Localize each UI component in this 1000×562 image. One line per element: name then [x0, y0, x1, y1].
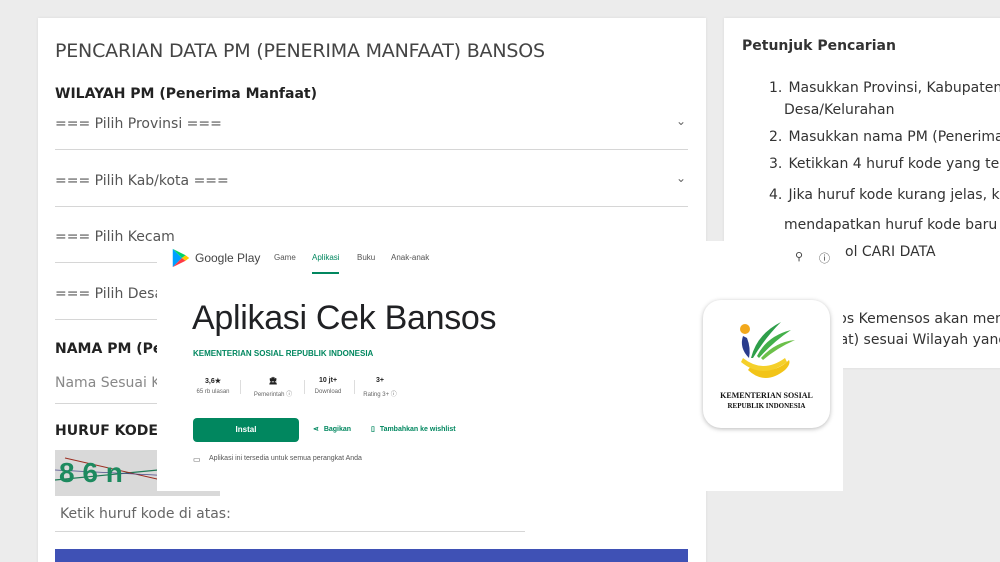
kabkota-select-value: === Pilih Kab/kota ===: [55, 173, 229, 189]
downloads-label: Download: [314, 389, 342, 395]
icon-caption-line-2: REPUBLIK INDONESIA: [727, 402, 806, 410]
huruf-kode-label: HURUF KODE: [55, 423, 158, 439]
nav-active-indicator: [312, 272, 339, 274]
captcha-text: 8 6 n: [59, 457, 123, 488]
rating-label: 65 rb ulasan: [196, 389, 230, 395]
help-text: Jika huruf kode kurang jelas, klik ic: [788, 187, 1000, 203]
google-play-brand: Google Play: [195, 251, 261, 265]
search-icon[interactable]: ⚲: [795, 250, 803, 263]
wilayah-label: WILAYAH PM (Penerima Manfaat): [55, 86, 318, 102]
chevron-down-icon: ⌄: [675, 114, 686, 128]
page-title: PENCARIAN DATA PM (PENERIMA MANFAAT) BAN…: [55, 40, 545, 62]
share-button[interactable]: ⋖ Bagikan: [313, 425, 351, 433]
captcha-input[interactable]: Ketik huruf kode di atas:: [55, 500, 525, 532]
help-step-6-fragment-2: aat) sesuai Wilayah yang: [831, 332, 1000, 348]
app-title: Aplikasi Cek Bansos: [192, 299, 497, 337]
kabkota-select[interactable]: === Pilih Kab/kota === ⌄: [55, 167, 688, 207]
nav-buku[interactable]: Buku: [357, 253, 375, 262]
share-label: Bagikan: [323, 426, 352, 433]
help-text: Masukkan Provinsi, Kabupaten, Ke: [788, 80, 1000, 96]
help-step-1: 1. Masukkan Provinsi, Kabupaten, Ke: [769, 80, 1000, 96]
downloads-stat: 10 jt+ Download: [309, 377, 347, 395]
rating-stat: 3,6★ 65 rb ulasan: [193, 377, 233, 395]
content-rating-badge: 3+: [376, 377, 384, 384]
wishlist-button[interactable]: ▯ Tambahkan ke wishlist: [371, 425, 456, 433]
desa-select-value: === Pilih Desa: [55, 286, 164, 302]
share-icon: ⋖: [313, 426, 319, 433]
province-select-value: === Pilih Provinsi ===: [55, 116, 222, 132]
developer-link[interactable]: KEMENTERIAN SOSIAL REPUBLIK INDONESIA: [193, 349, 373, 358]
search-button[interactable]: [55, 549, 688, 562]
help-step-3: 3. Ketikkan 4 huruf kode yang tertera: [769, 156, 1000, 172]
icon-caption-line-1: KEMENTERIAN SOSIAL: [720, 391, 813, 400]
nav-anak-anak[interactable]: Anak-anak: [391, 253, 429, 262]
captcha-placeholder: Ketik huruf kode di atas:: [60, 506, 231, 522]
wishlist-label: Tambahkan ke wishlist: [379, 426, 456, 433]
category-stat: 🏛 Pemerintah ⓘ: [249, 377, 297, 398]
help-number: 1.: [769, 80, 783, 96]
kemensos-logo: [740, 322, 795, 378]
stat-divider: [354, 380, 355, 394]
help-step-1-cont: Desa/Kelurahan: [784, 102, 895, 118]
help-step-4: 4. Jika huruf kode kurang jelas, klik ic: [769, 187, 1000, 203]
government-icon: 🏛: [268, 378, 278, 385]
downloads-value: 10 jt+: [318, 377, 338, 384]
help-number: 4.: [769, 187, 783, 203]
content-rating-label: Rating 3+ ⓘ: [363, 392, 397, 398]
nama-pm-label: NAMA PM (Pe: [55, 341, 163, 357]
nav-game[interactable]: Game: [274, 253, 296, 262]
help-title: Petunjuk Pencarian: [742, 38, 896, 54]
chevron-down-icon: ⌄: [675, 171, 686, 185]
help-icon[interactable]: ⓘ: [819, 250, 830, 266]
google-play-logo-icon: [172, 248, 190, 268]
stat-divider: [240, 380, 241, 394]
help-number: 2.: [769, 129, 783, 145]
rating-value: 3,6★: [204, 378, 221, 385]
devices-icon: ▭: [193, 455, 201, 464]
help-step-2: 2. Masukkan nama PM (Penerima Ma: [769, 129, 1000, 145]
help-step-4-cont: mendapatkan huruf kode baru: [784, 217, 998, 233]
help-text: Masukkan nama PM (Penerima Ma: [788, 129, 1000, 145]
app-icon: KEMENTERIAN SOSIAL REPUBLIK INDONESIA: [703, 300, 830, 428]
nav-aplikasi[interactable]: Aplikasi: [312, 253, 340, 262]
device-note: Aplikasi ini tersedia untuk semua perang…: [209, 455, 362, 462]
content-rating-stat: 3+ Rating 3+ ⓘ: [359, 377, 401, 398]
bookmark-icon: ▯: [371, 426, 375, 433]
help-step-6-fragment: sos Kemensos akan menc: [831, 311, 1000, 327]
stat-divider: [304, 380, 305, 394]
install-button[interactable]: Instal: [193, 418, 299, 442]
nama-pm-placeholder: Nama Sesuai KT: [55, 375, 168, 391]
help-text: Ketikkan 4 huruf kode yang tertera: [788, 156, 1000, 172]
help-number: 3.: [769, 156, 783, 172]
help-step-5-fragment: ol CARI DATA: [845, 244, 936, 260]
province-select[interactable]: === Pilih Provinsi === ⌄: [55, 110, 688, 150]
category-label: Pemerintah ⓘ: [253, 392, 293, 398]
